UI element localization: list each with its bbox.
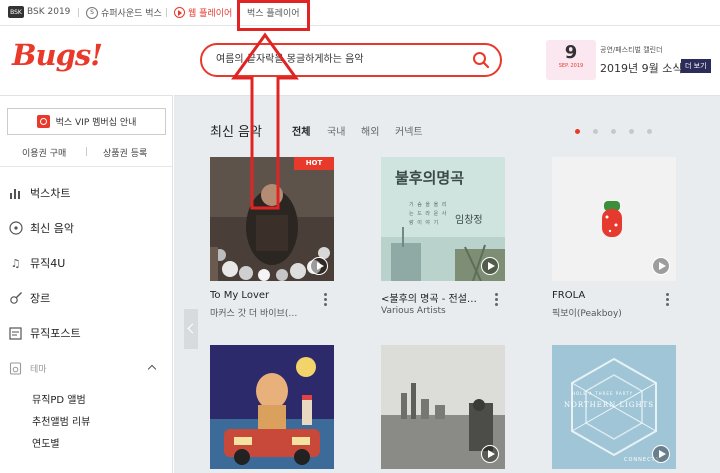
- calendar-badge[interactable]: 9 SEP. 2019: [546, 40, 596, 80]
- album-title[interactable]: <불후의 명곡 - 전설…: [381, 290, 485, 305]
- play-circle-icon: [174, 7, 185, 18]
- theme-item-pd-album[interactable]: 뮤직PD 앨범: [32, 391, 86, 406]
- sidebar-item-label: 테마: [30, 365, 47, 375]
- cover-title-text: 불후의명곡: [395, 169, 465, 187]
- vip-icon: [36, 115, 50, 128]
- sidebar-item-new-music[interactable]: 최신 음악: [8, 220, 74, 236]
- highlight-box: [237, 0, 310, 31]
- album-title[interactable]: FROLA: [552, 290, 656, 301]
- more-options-icon[interactable]: [324, 293, 327, 307]
- super-sound-icon: S: [86, 6, 98, 19]
- hot-badge: HOT: [294, 157, 334, 170]
- sidebar-item-music4u[interactable]: ♫ 뮤직4U: [8, 255, 66, 271]
- page-dot[interactable]: [575, 129, 580, 134]
- more-options-icon[interactable]: [495, 293, 498, 307]
- music-note-icon: ♫: [10, 256, 21, 270]
- calendar-day: 9: [564, 42, 578, 63]
- chart-icon: [8, 186, 23, 201]
- bsk-label: BSK 2019: [27, 7, 71, 17]
- album-cover[interactable]: [552, 157, 676, 281]
- bsk-link[interactable]: BSK BSK 2019: [8, 6, 70, 18]
- calendar-title[interactable]: 2019년 9월 소식: [600, 60, 682, 76]
- theme-item-by-year[interactable]: 연도별: [32, 435, 60, 450]
- play-icon[interactable]: [481, 445, 499, 463]
- sidebar-item-label: 벅스차트: [30, 187, 71, 200]
- album-artist[interactable]: Various Artists: [381, 306, 485, 316]
- page-dot[interactable]: [611, 129, 616, 134]
- calendar-more-button[interactable]: 더 보기: [681, 59, 711, 73]
- page-dot[interactable]: [593, 129, 598, 134]
- web-player-label: 웹 플레이어: [188, 9, 233, 19]
- guitar-icon: [8, 291, 23, 306]
- disc-icon: [8, 221, 23, 236]
- annotation-arrow-icon: [231, 32, 299, 210]
- cover-artist-text: 임창정: [455, 215, 483, 226]
- calendar-month: SEP. 2019: [558, 63, 584, 69]
- sidebar-item-label: 뮤직포스트: [30, 327, 81, 340]
- cover-top-text: HOLE A THREE PARTY: [572, 391, 634, 396]
- sidebar: 벅스 VIP 멤버십 안내 이용권 구매 상품권 등록 벅스차트 최신 음악 ♫…: [0, 95, 173, 473]
- theme-item-album-review[interactable]: 추천앨범 리뷰: [32, 413, 90, 428]
- calendar-subtitle: 공연/페스티벌 캘린더: [600, 46, 663, 54]
- sidebar-item-genre[interactable]: 장르: [8, 290, 50, 306]
- sidebar-item-label: 뮤직4U: [30, 257, 66, 270]
- vip-membership-button[interactable]: 벅스 VIP 멤버십 안내: [7, 108, 166, 135]
- album-artist[interactable]: 픽보이(Peakboy): [552, 306, 656, 319]
- prev-arrow-button[interactable]: [184, 309, 198, 349]
- cover-subtitle-text: 기 슴 을 올 리 는 드 라 운 사 랑 이 야 기: [409, 202, 448, 226]
- sidebar-item-chart[interactable]: 벅스차트: [8, 185, 70, 201]
- album-cover[interactable]: HOLE A THREE PARTY NORTHERN LIGHTS CONNE…: [552, 345, 676, 469]
- tab-foreign[interactable]: 해외: [361, 123, 379, 138]
- album-artist[interactable]: 마커스 갓 더 바이브(…: [210, 306, 314, 319]
- tab-connect[interactable]: 커넥트: [395, 123, 423, 138]
- play-icon[interactable]: [481, 257, 499, 275]
- divider: [166, 8, 167, 17]
- buy-pass-link[interactable]: 이용권 구매: [22, 146, 66, 159]
- web-player-link[interactable]: 웹 플레이어: [174, 6, 232, 19]
- post-icon: [8, 326, 23, 341]
- search-icon[interactable]: [472, 51, 490, 69]
- sidebar-item-label: 최신 음악: [30, 222, 74, 235]
- album-cover[interactable]: 불후의명곡 기 슴 을 올 리 는 드 라 운 사 랑 이 야 기 임창정: [381, 157, 505, 281]
- divider: [0, 166, 172, 167]
- album-cover[interactable]: [381, 345, 505, 469]
- bsk-logo-icon: BSK: [8, 6, 24, 18]
- sidebar-item-music-post[interactable]: 뮤직포스트: [8, 325, 81, 341]
- super-sound-link[interactable]: S 슈퍼사운드 벅스: [86, 6, 162, 19]
- album-cover[interactable]: [210, 345, 334, 469]
- sidebar-item-label: 장르: [30, 292, 51, 305]
- theme-icon: [8, 361, 23, 376]
- page-dot[interactable]: [629, 129, 634, 134]
- page-dot[interactable]: [647, 129, 652, 134]
- voucher-link[interactable]: 상품권 등록: [103, 146, 147, 159]
- divider: [86, 147, 87, 156]
- cover-title-text: NORTHERN LIGHTS: [564, 401, 655, 409]
- tab-domestic[interactable]: 국내: [327, 123, 345, 138]
- more-options-icon[interactable]: [666, 293, 669, 307]
- top-bar: BSK BSK 2019 S 슈퍼사운드 벅스 웹 플레이어 벅스 플레이어: [0, 0, 720, 26]
- chevron-up-icon[interactable]: [147, 364, 157, 374]
- play-icon[interactable]: [310, 257, 328, 275]
- album-title[interactable]: To My Lover: [210, 290, 314, 301]
- play-icon[interactable]: [652, 257, 670, 275]
- vip-label: 벅스 VIP 멤버십 안내: [55, 118, 137, 128]
- play-icon[interactable]: [652, 445, 670, 463]
- super-sound-label: 슈퍼사운드 벅스: [101, 9, 162, 19]
- bugs-logo[interactable]: Bugs!: [12, 38, 103, 72]
- sidebar-item-theme[interactable]: 테마: [8, 361, 47, 376]
- divider: [78, 8, 79, 17]
